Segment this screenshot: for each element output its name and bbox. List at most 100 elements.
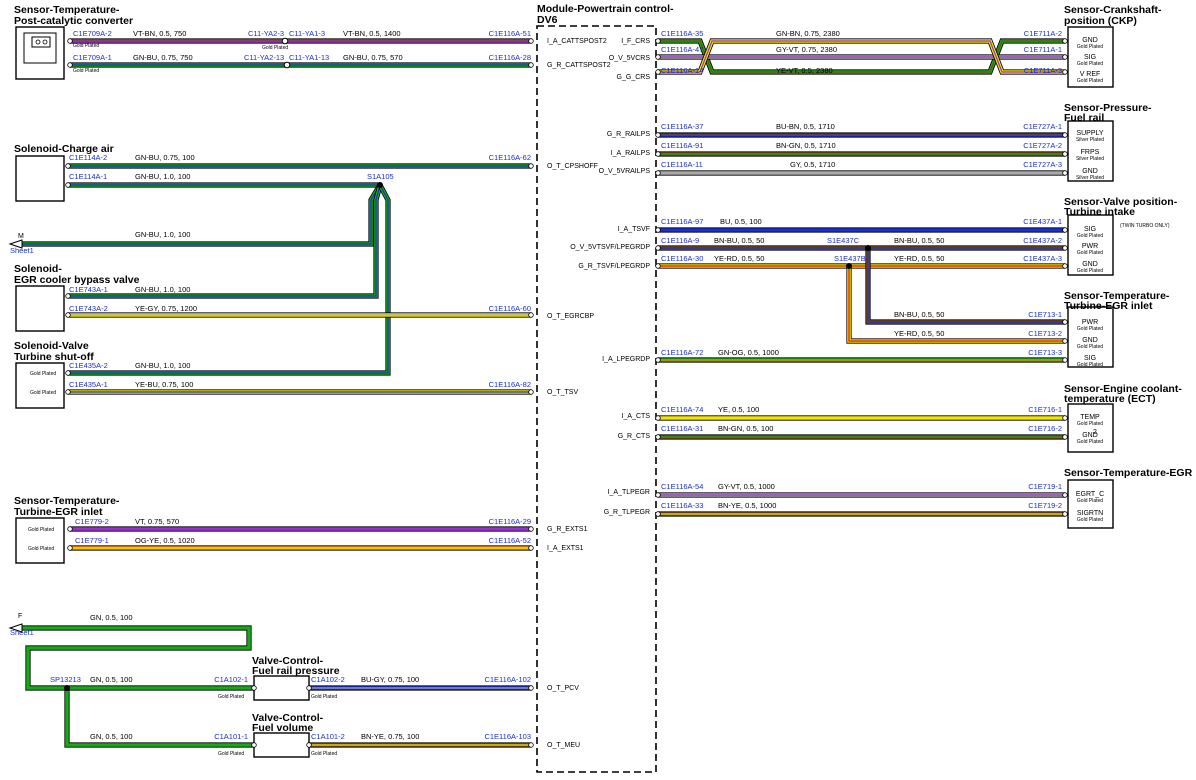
pin-name: V REF	[1080, 71, 1101, 78]
splice-label: SP13213	[50, 675, 81, 684]
wire-spec: BN-GN, 0.5, 1710	[776, 141, 836, 150]
text-layer: Module-Powertrain control-DV6 Sensor-Temp…	[8, 3, 1193, 757]
wire-spec: VT, 0.75, 570	[135, 517, 179, 526]
connector-label: C1E437A-1	[1023, 217, 1062, 226]
connector-label: C1E116A-52	[489, 536, 531, 545]
terminal-pin	[528, 742, 534, 748]
wire-outline	[20, 183, 383, 247]
wire-spec: YE-RD, 0.5, 50	[894, 254, 944, 263]
sheet-ref-letter: M	[18, 233, 24, 240]
pcm-signal-name: I_A_RAILPS	[611, 150, 651, 157]
terminal-pin	[655, 245, 661, 251]
connector-label: C1E719-1	[1028, 482, 1062, 491]
splice-node	[865, 245, 871, 251]
connector-label: C1E116A-9	[661, 236, 699, 245]
terminal-pin	[1062, 245, 1068, 251]
connector-label: C1A102-2	[311, 675, 345, 684]
pin-plating: Gold Plated	[1077, 498, 1103, 504]
connector-label: C1E116A-97	[661, 217, 703, 226]
pcm-signal-name: I_A_CATTSPOST2	[547, 38, 607, 45]
terminal-pin	[1062, 511, 1068, 517]
connector-label: C1E116A-47	[661, 45, 703, 54]
pin-name: GND	[1082, 168, 1098, 175]
pin-plating: Gold Plated	[73, 68, 99, 74]
terminal-pin	[65, 370, 71, 376]
terminal-pin	[655, 38, 661, 44]
connector-label: C1E727A-3	[1023, 160, 1062, 169]
wire-spec: GN-BN, 0.75, 2380	[776, 29, 840, 38]
wire-spec: VT-BN, 0.5, 1400	[343, 29, 401, 38]
terminal-pin	[65, 312, 71, 318]
connector-label: C1E116A-35	[661, 29, 703, 38]
pin-plating: Gold Plated	[1077, 268, 1103, 274]
terminal-pin	[251, 742, 257, 748]
pcm-signal-name: O_T_MEU	[547, 742, 580, 749]
terminal-pin	[306, 685, 312, 691]
pin-plating: Gold Plated	[218, 694, 244, 700]
terminal-pin	[528, 526, 534, 532]
terminal-pin	[1062, 434, 1068, 440]
component-box	[15, 285, 65, 332]
terminal-pin	[67, 545, 73, 551]
pin-plating: Gold Plated	[1077, 439, 1103, 445]
connector-label: C1E779-2	[75, 517, 109, 526]
terminal-pin	[67, 62, 73, 68]
pin-name: PWR	[1082, 319, 1098, 326]
sheet-ref-letter: F	[18, 613, 22, 620]
terminal-pin	[655, 434, 661, 440]
sensor-pin-icon	[42, 39, 48, 45]
pcm-signal-name: G_R_CTS	[618, 433, 651, 440]
wire-spec: YE-BU, 0.75, 100	[135, 380, 193, 389]
wire-spec: BN-BU, 0.5, 50	[894, 236, 944, 245]
connector-label: C1E711A-2	[1024, 29, 1062, 38]
terminal-pin	[251, 685, 257, 691]
wiring-diagram: Module-Powertrain control-DV6 Sensor-Temp…	[8, 3, 1193, 773]
component-subtitle: Fuel rail	[1064, 112, 1104, 124]
component-subtitle: position (CKP)	[1064, 15, 1137, 27]
connector-label: C1E116A-54	[661, 482, 703, 491]
connector-label: C1E716-1	[1028, 405, 1062, 414]
pin-plating: Gold Plated	[30, 390, 56, 396]
component-box	[253, 732, 310, 758]
pin-plating: Gold Plated	[1077, 517, 1103, 523]
pin-plating: Gold Plated	[73, 43, 99, 49]
terminal-pin	[306, 742, 312, 748]
pin-plating: Gold Plated	[311, 694, 337, 700]
connector-label: C1E435A-1	[69, 380, 108, 389]
sensor-pin-icon	[35, 39, 41, 45]
connector-label: C1E713-3	[1028, 348, 1062, 357]
splice-node	[377, 182, 383, 188]
wire-GN	[20, 184, 382, 246]
terminal-pin	[1062, 415, 1068, 421]
connector-label: C1E116A-11	[661, 160, 703, 169]
connector-label: C1E116A-91	[661, 141, 703, 150]
pin-plating: Gold Plated	[1077, 78, 1103, 84]
terminal-pin	[1062, 151, 1068, 157]
terminal-pin	[655, 170, 661, 176]
pcm-signal-name: G_G_CRS	[617, 74, 651, 81]
terminal-pin	[1062, 357, 1068, 363]
connector-label: C1E116A-82	[489, 380, 531, 389]
terminal-pin	[655, 151, 661, 157]
pcm-signal-name: G_R_TSVF/LPEGRDP	[578, 263, 650, 270]
pin-plating: Gold Plated	[1077, 326, 1103, 332]
pcm-signal-name: I_A_TLPEGR	[608, 489, 650, 496]
connector-label: C1E727A-1	[1023, 122, 1062, 131]
pin-name: SIG	[1084, 226, 1096, 233]
terminal-pin	[655, 227, 661, 233]
terminal-pin	[655, 511, 661, 517]
component-subtitle: Fuel volume	[252, 722, 313, 734]
wire-spec: GN-BU, 0.75, 750	[133, 53, 193, 62]
sheet-ref-label: Sheet1	[10, 246, 34, 255]
pin-plating: Gold Plated	[1077, 362, 1103, 368]
connector-label: C1E116A-74	[661, 405, 703, 414]
terminal-pin	[1062, 38, 1068, 44]
wire-spec: YE, 0.5, 100	[718, 405, 759, 414]
pcm-signal-name: G_R_TLPEGR	[604, 509, 650, 516]
terminal-pin	[1062, 492, 1068, 498]
connector-label: C1E743A-2	[69, 304, 108, 313]
terminal-pin	[1062, 319, 1068, 325]
terminal-pin	[1062, 54, 1068, 60]
connector-label: C1E435A-2	[69, 361, 108, 370]
connector-label: C1E437A-2	[1023, 236, 1062, 245]
